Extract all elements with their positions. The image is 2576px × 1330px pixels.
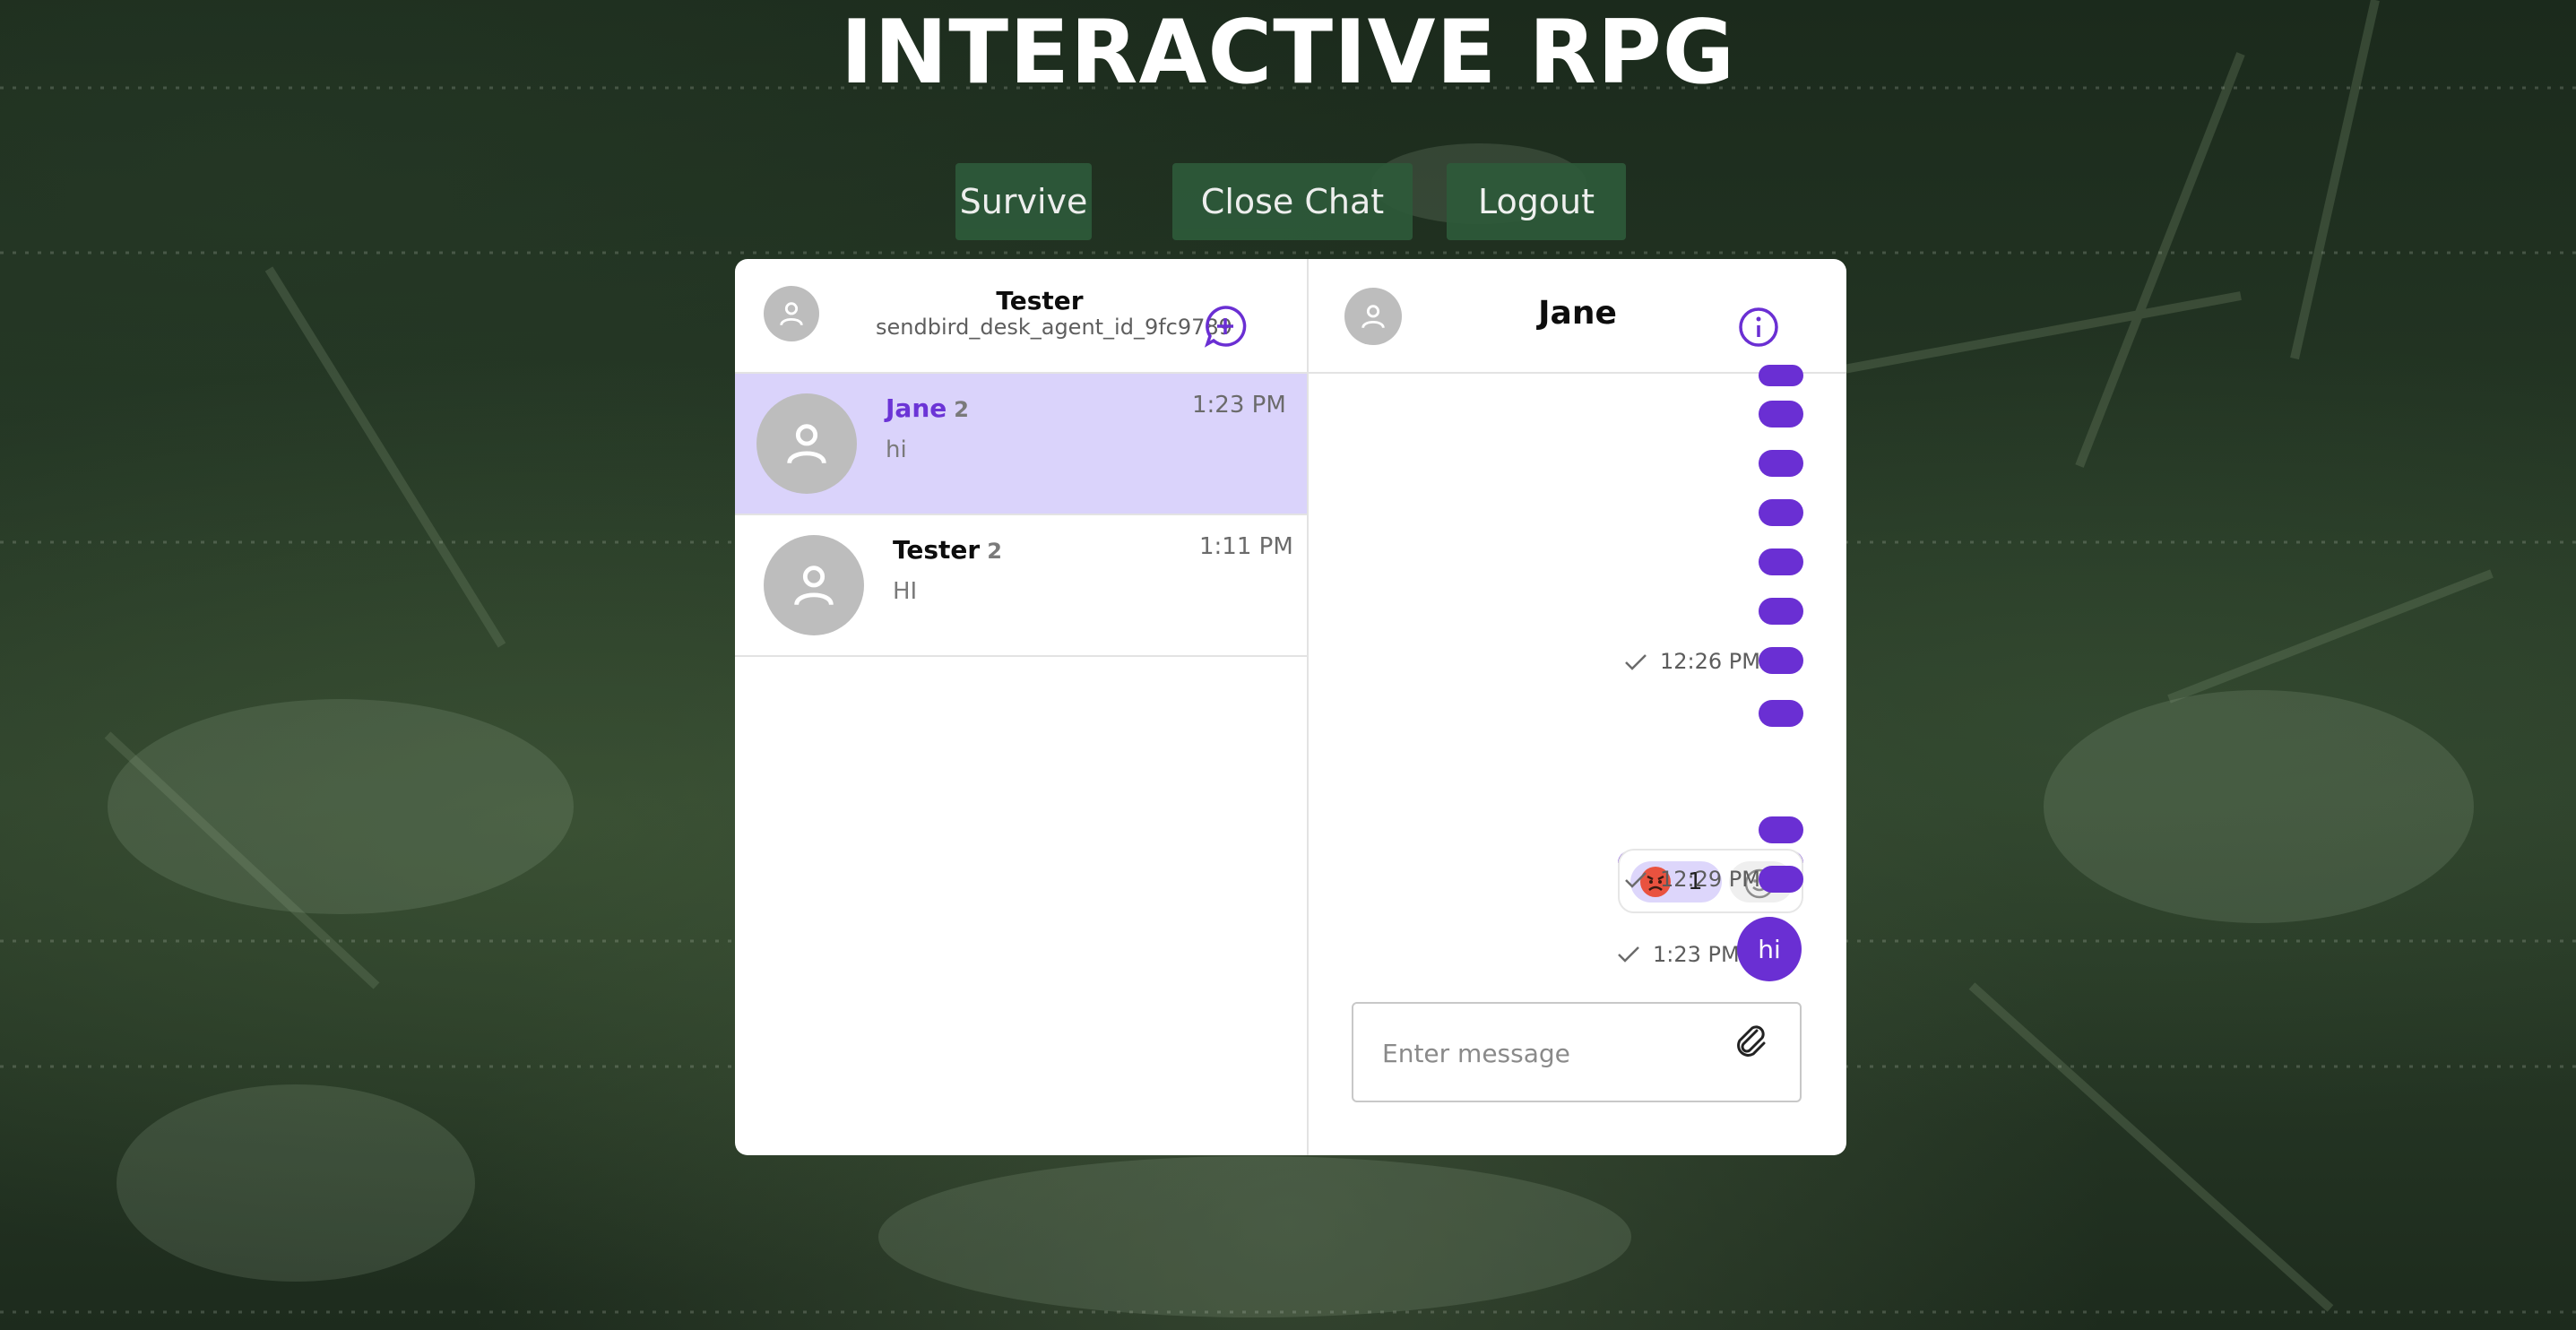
message-timestamp: 1:23 PM bbox=[1653, 942, 1740, 967]
message-bubble[interactable] bbox=[1759, 700, 1803, 727]
member-count: 2 bbox=[987, 539, 1002, 564]
message-input-box bbox=[1352, 1002, 1802, 1102]
page-title: INTERACTIVE RPG bbox=[840, 2, 1736, 104]
info-icon[interactable] bbox=[1737, 306, 1780, 349]
check-icon bbox=[1625, 872, 1647, 888]
message-bubble[interactable] bbox=[1759, 450, 1803, 477]
message-bubble[interactable] bbox=[1759, 598, 1803, 625]
check-icon bbox=[1625, 654, 1647, 670]
channel-time: 1:23 PM bbox=[1192, 392, 1286, 419]
message-timestamp: 12:26 PM bbox=[1660, 649, 1760, 674]
message-timestamp: 12:29 PM bbox=[1660, 867, 1760, 892]
member-count: 2 bbox=[954, 397, 969, 422]
message-bubble[interactable] bbox=[1759, 647, 1803, 674]
channel-name: Tester 2 bbox=[893, 535, 1002, 565]
attachment-icon[interactable] bbox=[1732, 1022, 1771, 1061]
channel-time: 1:11 PM bbox=[1199, 533, 1293, 560]
channel-last-message: hi bbox=[886, 436, 907, 463]
channel-avatar bbox=[764, 535, 864, 635]
conversation-avatar bbox=[1344, 288, 1402, 345]
channel-last-message: HI bbox=[893, 578, 918, 605]
current-user-avatar[interactable] bbox=[764, 286, 819, 341]
close-chat-button[interactable]: Close Chat bbox=[1172, 163, 1413, 240]
message-bubble[interactable] bbox=[1759, 548, 1803, 575]
channel-avatar bbox=[756, 393, 857, 494]
channel-list-header: Tester sendbird_desk_agent_id_9fc9789 bbox=[735, 259, 1309, 374]
message-bubble[interactable] bbox=[1759, 365, 1803, 386]
current-user-name: Tester bbox=[996, 286, 1084, 315]
message-bubble[interactable] bbox=[1759, 866, 1803, 893]
message-input[interactable] bbox=[1380, 1034, 1716, 1072]
channel-list-pane: Tester sendbird_desk_agent_id_9fc9789 Ja… bbox=[735, 259, 1309, 1155]
message-bubble-hi[interactable]: hi bbox=[1737, 917, 1802, 981]
conversation-title: Jane bbox=[1538, 295, 1617, 332]
user-avatar-icon bbox=[1361, 305, 1385, 329]
user-avatar-icon bbox=[780, 302, 803, 326]
channel-item-jane[interactable]: Jane 2 1:23 PM hi bbox=[735, 374, 1307, 515]
logout-button[interactable]: Logout bbox=[1447, 163, 1626, 240]
message-bubble[interactable] bbox=[1759, 816, 1803, 843]
check-icon bbox=[1618, 946, 1639, 963]
user-avatar-icon bbox=[794, 566, 834, 606]
chat-panel: Tester sendbird_desk_agent_id_9fc9789 Ja… bbox=[735, 259, 1846, 1155]
channel-item-tester[interactable]: Tester 2 1:11 PM HI bbox=[735, 515, 1307, 657]
channel-name: Jane 2 bbox=[886, 393, 969, 423]
conversation-header: Jane bbox=[1309, 259, 1846, 374]
user-avatar-icon bbox=[787, 424, 826, 464]
new-chat-icon[interactable] bbox=[1203, 304, 1248, 349]
conversation-pane: Jane 12:26 PM 1 12:29 PM 1:23 PM hi Ente… bbox=[1309, 259, 1846, 1155]
message-bubble[interactable] bbox=[1759, 499, 1803, 526]
message-bubble[interactable] bbox=[1759, 401, 1803, 428]
survive-button[interactable]: Survive bbox=[955, 163, 1092, 240]
